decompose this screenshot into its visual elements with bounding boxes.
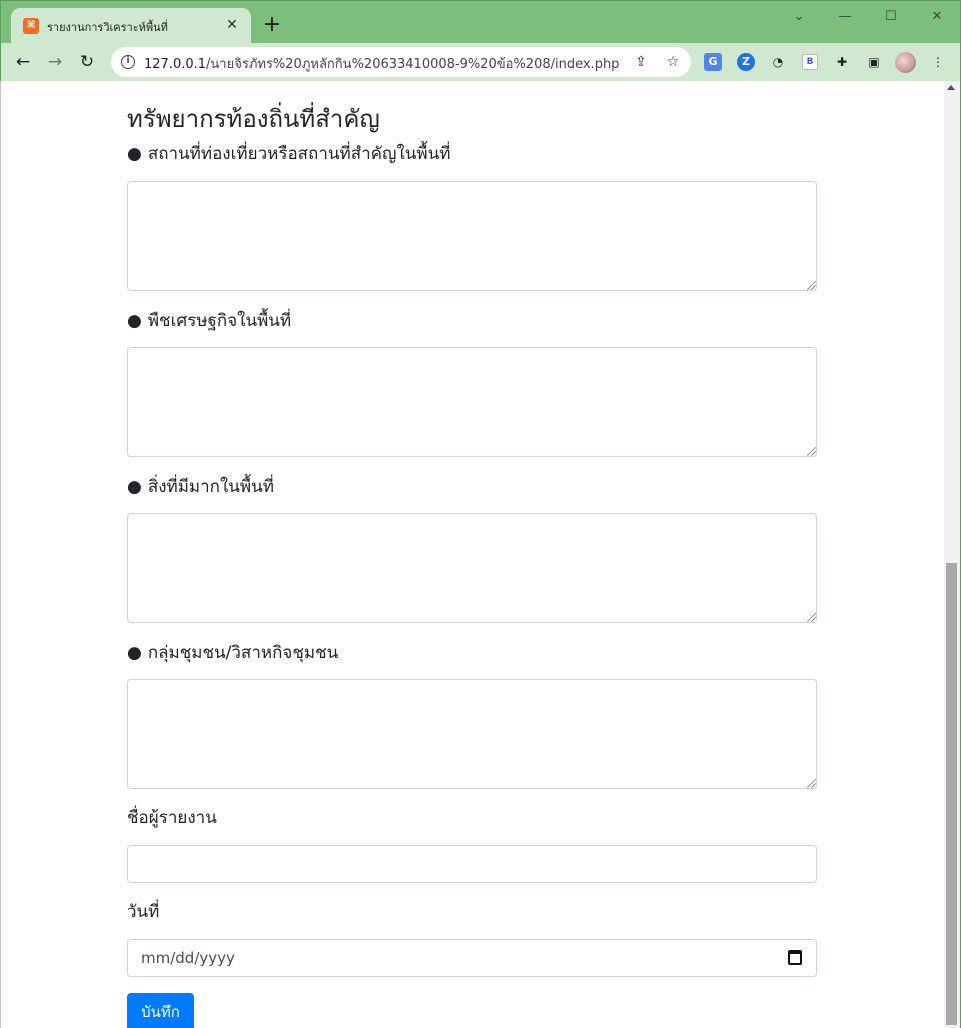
url-text[interactable]: 127.0.0.1/นายจิรภัทร%20ภูหลักกิน%2063341… bbox=[144, 53, 624, 74]
menu-kebab-icon[interactable]: ⋮ bbox=[927, 51, 949, 73]
field-label-abundant-resources: ● สิ่งที่มีมากในพื้นที่ bbox=[127, 475, 274, 499]
calendar-icon[interactable] bbox=[788, 950, 802, 965]
close-window-button[interactable]: ✕ bbox=[917, 5, 957, 29]
economic-crops-textarea[interactable] bbox=[127, 347, 817, 457]
reporter-label: ชื่อผู้รายงาน bbox=[127, 808, 217, 828]
scroll-up-arrow-icon[interactable] bbox=[947, 85, 955, 90]
field-label-attractions: ● สถานที่ท่องเที่ยวหรือสถานที่สำคัญในพื้น… bbox=[127, 142, 450, 166]
field-label-community-groups: ● กลุ่มชุมชน/วิสาหกิจชุมชน bbox=[127, 641, 338, 665]
field-label-text: กลุ่มชุมชน/วิสาหกิจชุมชน bbox=[147, 643, 339, 663]
address-bar[interactable]: i 127.0.0.1/นายจิรภัทร%20ภูหลักกิน%20633… bbox=[111, 47, 691, 77]
date-label: วันที่ bbox=[127, 902, 160, 922]
google-translate-icon[interactable]: G bbox=[704, 53, 722, 71]
bullet-icon: ● bbox=[127, 311, 142, 331]
bootstrap-ext-icon[interactable]: B bbox=[802, 54, 818, 70]
minimize-button[interactable]: — bbox=[825, 5, 865, 29]
reload-button[interactable]: ↻ bbox=[75, 50, 99, 74]
zotero-icon[interactable]: Z bbox=[737, 53, 755, 71]
bookmark-star-icon[interactable]: ☆ bbox=[663, 52, 683, 72]
field-label-text: พืชเศรษฐกิจในพื้นที่ bbox=[147, 311, 292, 331]
site-info-icon[interactable]: i bbox=[121, 55, 135, 69]
section-title: ทรัพยากรท้องถิ่นที่สำคัญ bbox=[127, 105, 380, 133]
abundant-resources-textarea[interactable] bbox=[127, 513, 817, 623]
community-groups-textarea[interactable] bbox=[127, 679, 817, 789]
browser-tab-bar: ⌘ รายงานการวิเคราะห์พื้นที่ ✕ + ⌄ — ☐ ✕ bbox=[0, 0, 961, 45]
scrollbar-thumb[interactable] bbox=[946, 563, 957, 1025]
chevron-down-icon[interactable]: ⌄ bbox=[779, 5, 819, 29]
url-host: 127.0.0.1 bbox=[144, 57, 207, 72]
back-button[interactable]: ← bbox=[11, 50, 35, 74]
url-path: /นายจิรภัทร%20ภูหลักกิน%20633410008-9%20… bbox=[206, 57, 620, 72]
window-border bbox=[0, 81, 1, 1028]
share-icon[interactable]: ⇪ bbox=[631, 52, 651, 72]
bullet-icon: ● bbox=[127, 144, 142, 164]
date-input[interactable]: mm/dd/yyyy bbox=[127, 939, 817, 977]
close-tab-icon[interactable]: ✕ bbox=[223, 16, 241, 34]
new-tab-button[interactable]: + bbox=[261, 14, 283, 36]
bullet-icon: ● bbox=[127, 477, 142, 497]
field-label-text: สถานที่ท่องเที่ยวหรือสถานที่สำคัญในพื้นท… bbox=[147, 144, 451, 164]
profile-avatar[interactable] bbox=[895, 52, 916, 73]
tab-title: รายงานการวิเคราะห์พื้นที่ bbox=[47, 21, 168, 34]
extensions-puzzle-icon[interactable]: ✚ bbox=[831, 51, 853, 73]
forward-button[interactable]: → bbox=[43, 50, 67, 74]
save-button[interactable]: บันทึก bbox=[127, 993, 194, 1028]
speed-icon[interactable]: ◔ bbox=[767, 51, 789, 73]
page-viewport: ทรัพยากรท้องถิ่นที่สำคัญ ● สถานที่ท่องเที… bbox=[1, 81, 944, 1028]
browser-tab[interactable]: ⌘ รายงานการวิเคราะห์พื้นที่ ✕ bbox=[11, 8, 251, 45]
page-scrollbar[interactable] bbox=[944, 81, 960, 1028]
date-placeholder: mm/dd/yyyy bbox=[141, 949, 235, 967]
maximize-button[interactable]: ☐ bbox=[871, 5, 911, 29]
browser-toolbar: ← → ↻ i 127.0.0.1/นายจิรภัทร%20ภูหลักกิน… bbox=[0, 43, 961, 81]
field-label-economic-crops: ● พืชเศรษฐกิจในพื้นที่ bbox=[127, 309, 291, 333]
reporter-name-input[interactable] bbox=[127, 845, 817, 883]
bullet-icon: ● bbox=[127, 643, 142, 663]
xampp-icon: ⌘ bbox=[23, 18, 39, 34]
side-panel-icon[interactable]: ▣ bbox=[863, 51, 885, 73]
attractions-textarea[interactable] bbox=[127, 181, 817, 291]
field-label-text: สิ่งที่มีมากในพื้นที่ bbox=[147, 477, 274, 497]
